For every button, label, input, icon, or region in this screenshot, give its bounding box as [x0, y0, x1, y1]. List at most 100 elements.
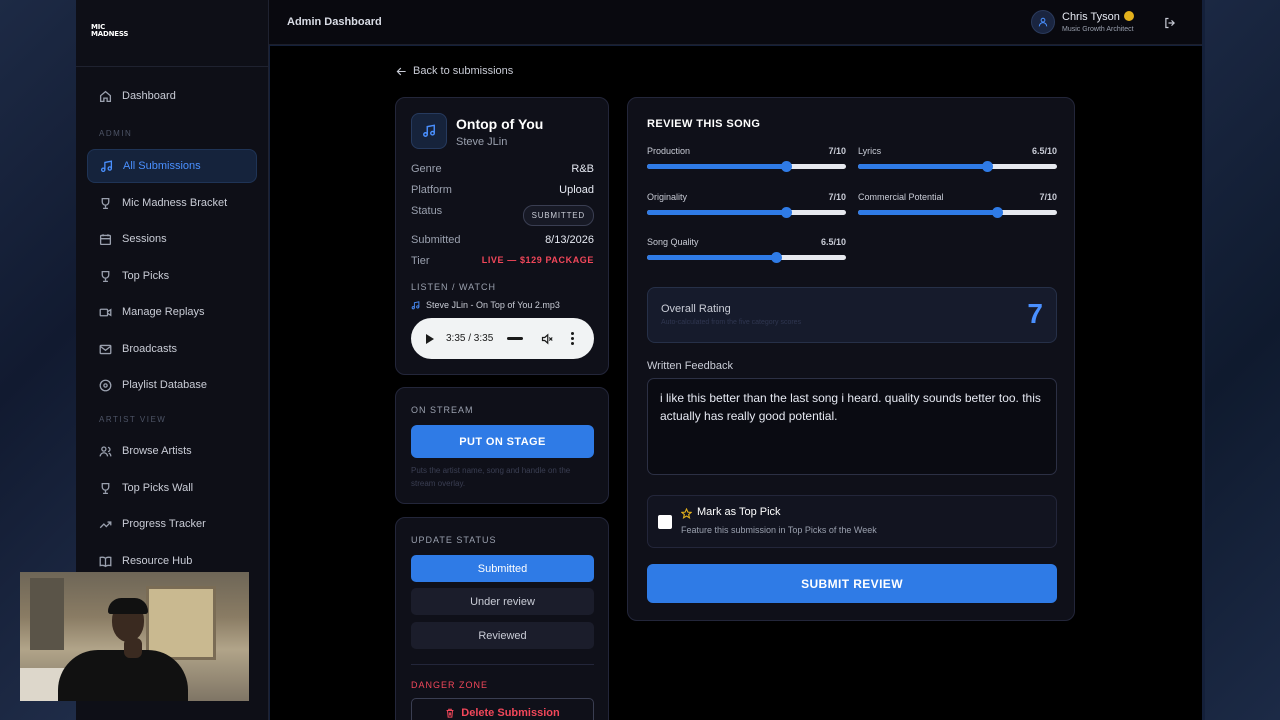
feedback-textarea[interactable]: i like this better than the last song i … [647, 378, 1057, 475]
main-content: Back to submissions Ontop of You Steve J… [270, 46, 1202, 720]
status-row: Status SUBMITTED [411, 205, 594, 226]
status-badge: SUBMITTED [522, 205, 594, 226]
page-title: Admin Dashboard [287, 16, 382, 28]
delete-submission-button[interactable]: Delete Submission [411, 698, 594, 720]
sidebar-item-all-submissions[interactable]: All Submissions [87, 149, 257, 183]
top-pick-checkbox[interactable] [658, 515, 672, 529]
artist-section-label: ARTIST VIEW [99, 415, 167, 424]
slider-score: 7/10 [828, 146, 846, 156]
webcam-person [124, 638, 142, 658]
slider-track[interactable] [858, 207, 1057, 218]
sidebar-item-playlist-database[interactable]: Playlist Database [87, 368, 257, 402]
slider-track[interactable] [647, 161, 846, 172]
slider-label: Production [647, 146, 691, 156]
slider-thumb[interactable] [781, 161, 793, 172]
lyrics-slider[interactable]: Lyrics 6.5/10 [858, 146, 1057, 172]
play-icon[interactable] [426, 333, 434, 344]
audio-player[interactable]: 3:35 / 3:35 [411, 318, 594, 359]
top-pick-description: Feature this submission in Top Picks of … [681, 525, 877, 535]
trophy-icon [101, 482, 110, 494]
submit-review-button[interactable]: SUBMIT REVIEW [647, 564, 1057, 603]
commercial-potential-slider[interactable]: Commercial Potential 7/10 [858, 192, 1057, 218]
put-on-stage-button[interactable]: PUT ON STAGE [411, 425, 594, 458]
delete-button-label: Delete Submission [461, 707, 560, 719]
status-reviewed-button[interactable]: Reviewed [411, 622, 594, 649]
sidebar-divider [76, 66, 268, 67]
sidebar-item-sessions[interactable]: Sessions [87, 222, 257, 256]
song-artist: Steve JLin [456, 136, 508, 148]
slider-thumb[interactable] [781, 207, 793, 218]
mail-icon [99, 344, 112, 354]
sidebar-item-label: Top Picks Wall [122, 482, 194, 494]
back-to-submissions-link[interactable]: Back to submissions [396, 65, 513, 77]
book-icon [99, 556, 112, 567]
slider-track[interactable] [858, 161, 1057, 172]
originality-slider[interactable]: Originality 7/10 [647, 192, 846, 218]
app-logo[interactable]: MIC MADNESS [91, 24, 129, 44]
tier-value: LIVE — $129 PACKAGE [481, 255, 594, 265]
logo-line-2: MADNESS [91, 30, 129, 38]
update-status-card: UPDATE STATUS Submitted Under review Rev… [395, 517, 609, 720]
player-progress-bar[interactable] [507, 337, 524, 340]
field-label: Submitted [411, 234, 461, 246]
sidebar-item-manage-replays[interactable]: Manage Replays [87, 295, 257, 329]
platform-row: Platform Upload [411, 184, 594, 196]
star-icon [680, 506, 693, 519]
review-card: REVIEW THIS SONG Production 7/10 Lyrics 6.… [627, 97, 1075, 621]
top-pick-option: Mark as Top Pick Feature this submission… [647, 495, 1057, 548]
slider-thumb[interactable] [982, 161, 994, 172]
slider-label: Song Quality [647, 237, 699, 247]
sidebar-item-label: Progress Tracker [122, 518, 206, 530]
user-name: Chris Tyson [1062, 11, 1120, 23]
more-options-icon[interactable] [571, 332, 575, 345]
audio-file-name: Steve JLin - On Top of You 2.mp3 [411, 300, 560, 310]
mute-icon[interactable] [541, 333, 553, 345]
sidebar-item-mic-madness-bracket[interactable]: Mic Madness Bracket [87, 186, 257, 220]
song-icon-tile [411, 113, 447, 149]
video-icon [99, 307, 112, 317]
sidebar-item-top-picks[interactable]: Top Picks [87, 259, 257, 293]
sidebar-item-label: Resource Hub [122, 555, 193, 567]
stream-help-text: Puts the artist name, song and handle on… [411, 466, 571, 488]
music-note-icon [423, 124, 435, 137]
sidebar-item-progress-tracker[interactable]: Progress Tracker [87, 507, 257, 541]
song-info-card: Ontop of You Steve JLin Genre R&B Platfo… [395, 97, 609, 375]
logout-button[interactable] [1164, 16, 1176, 29]
sidebar-item-browse-artists[interactable]: Browse Artists [87, 434, 257, 468]
sidebar-item-label: All Submissions [123, 160, 201, 172]
sidebar-item-label: Broadcasts [122, 343, 178, 355]
disc-icon [99, 379, 112, 391]
sidebar-item-label: Playlist Database [122, 379, 207, 391]
sidebar-item-dashboard[interactable]: Dashboard [87, 79, 257, 113]
background-right [1205, 0, 1280, 720]
slider-score: 7/10 [1039, 192, 1057, 202]
song-quality-slider[interactable]: Song Quality 6.5/10 [647, 237, 846, 263]
platform-value: Upload [559, 184, 594, 196]
sidebar-item-label: Sessions [122, 233, 167, 245]
sidebar-item-broadcasts[interactable]: Broadcasts [87, 332, 257, 366]
production-slider[interactable]: Production 7/10 [647, 146, 846, 172]
slider-thumb[interactable] [771, 252, 783, 263]
song-title: Ontop of You [456, 116, 544, 132]
music-note-icon [411, 300, 420, 309]
field-label: Tier [411, 255, 430, 267]
status-submitted-button[interactable]: Submitted [411, 555, 594, 582]
home-icon [99, 90, 112, 102]
danger-divider [411, 664, 594, 665]
slider-track[interactable] [647, 207, 846, 218]
avatar[interactable] [1031, 10, 1055, 34]
field-label: Status [411, 205, 443, 217]
sidebar-item-label: Manage Replays [122, 306, 205, 318]
users-icon [99, 445, 112, 456]
user-role: Music Growth Architect [1062, 26, 1134, 33]
sidebar-item-top-picks-wall[interactable]: Top Picks Wall [87, 471, 257, 505]
update-status-label: UPDATE STATUS [411, 535, 497, 545]
webcam-person [108, 598, 148, 614]
slider-score: 6.5/10 [1031, 146, 1057, 156]
sidebar-item-label: Mic Madness Bracket [122, 197, 228, 209]
danger-zone-label: DANGER ZONE [411, 680, 489, 690]
slider-track[interactable] [647, 252, 846, 263]
user-name-row: Chris Tyson [1062, 11, 1134, 23]
status-under-review-button[interactable]: Under review [411, 588, 594, 615]
slider-thumb[interactable] [992, 207, 1004, 218]
